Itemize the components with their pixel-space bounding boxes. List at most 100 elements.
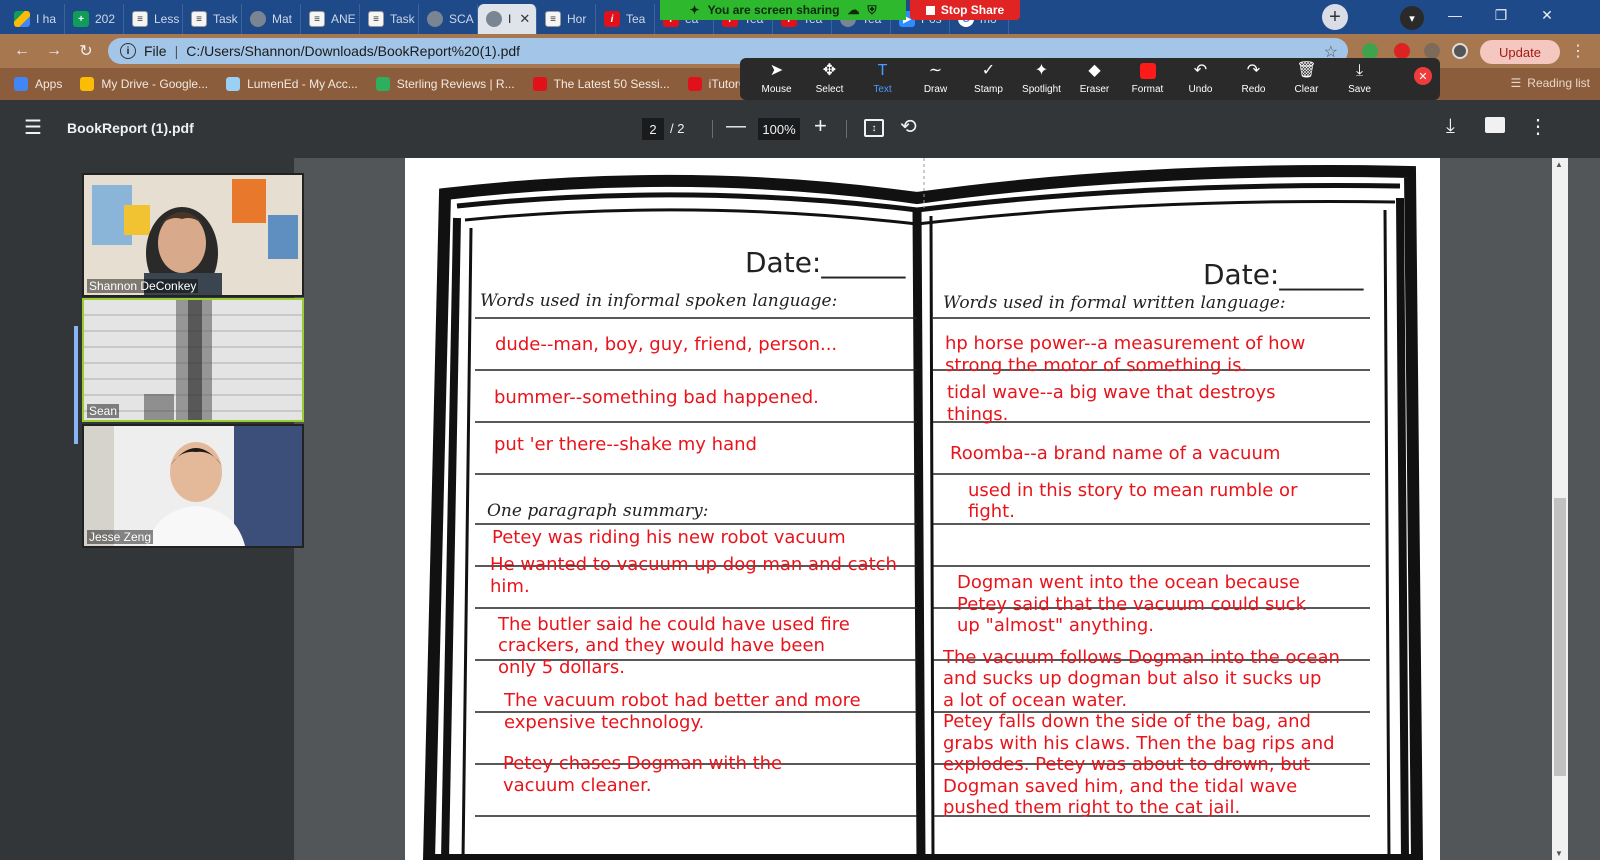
browser-tab[interactable]: ≡ Hor [537,4,596,34]
extensions-puzzle-icon[interactable] [1424,43,1440,59]
annotation-text[interactable]: Petey chases Dogman with the [503,753,782,775]
ublock-icon[interactable] [1394,43,1410,59]
update-button[interactable]: Update [1480,40,1560,64]
pdf-viewer: Shannon DeConkey Sean Jesse Zeng Date:__… [0,158,1600,860]
annotation-text[interactable]: The butler said he could have used fire [498,614,850,636]
annotation-text[interactable]: The vacuum follows Dogman into the ocean [943,647,1340,669]
annotation-text[interactable]: Dogman saved him, and the tidal wave [943,776,1297,798]
scroll-down-icon[interactable]: ▼ [1555,849,1563,858]
tool-clear-button[interactable]: 🗑 Clear [1280,59,1333,99]
print-icon[interactable] [1485,117,1505,133]
annotation-text[interactable]: Dogman went into the ocean because [957,572,1300,594]
tool-text-button[interactable]: T Text [856,59,909,99]
tool-redo-button[interactable]: ↷ Redo [1227,59,1280,99]
tool-save-button[interactable]: ⤓ Save [1333,59,1386,99]
zoom-out-icon[interactable]: — [726,115,746,138]
annotation-text[interactable]: and sucks up dogman but also it sucks up [943,668,1321,690]
viewer-background [1568,158,1600,860]
annotation-text[interactable]: pushed them right to the cat jail. [943,797,1240,819]
browser-tab[interactable]: Mat [242,4,301,34]
tool-format-button[interactable]: Format [1121,59,1174,99]
browser-tab[interactable]: ≡ Less [124,4,183,34]
tool-mouse-button[interactable]: ➤ Mouse [750,59,803,99]
annotation-text[interactable]: Petey said that the vacuum could suck [957,594,1306,616]
participant-video[interactable]: Sean [82,298,304,422]
tool-label: Text [873,84,892,95]
stop-share-button[interactable]: Stop Share [910,0,1020,20]
annotation-text[interactable]: He wanted to vacuum up dog man and catch [490,554,897,576]
tool-spotlight-button[interactable]: ✦ Spotlight [1015,59,1068,99]
annotation-text[interactable]: things. [947,404,1008,426]
participant-video[interactable]: Jesse Zeng [82,424,304,548]
annotation-text[interactable]: tidal wave--a big wave that destroys [947,382,1276,404]
hamburger-menu-icon[interactable]: ☰ [24,118,44,138]
annotation-text[interactable]: a lot of ocean water. [943,690,1127,712]
bookmark-item[interactable]: LumenEd - My Acc... [226,77,358,91]
tab-search-icon[interactable]: ▾ [1400,6,1424,30]
browser-tab[interactable]: +202 [65,4,124,34]
profile-avatar[interactable] [1452,43,1468,59]
bookmark-item[interactable]: Apps [14,77,62,91]
annotation-text[interactable]: Petey falls down the side of the bag, an… [943,711,1311,733]
annotation-text[interactable]: only 5 dollars. [498,657,625,679]
vertical-scrollbar[interactable]: ▲ ▼ [1552,158,1568,860]
zoom-in-icon[interactable]: + [814,113,827,139]
annotation-text[interactable]: fight. [968,501,1015,523]
annotation-text[interactable]: The vacuum robot had better and more [504,690,861,712]
browser-tab[interactable]: SCA [419,4,478,34]
browser-tab[interactable]: i Tea [596,4,655,34]
bookmark-item[interactable]: Sterling Reviews | R... [375,77,515,91]
browser-tab[interactable]: ≡ ANE [301,4,360,34]
new-tab-button[interactable]: + [1322,4,1348,30]
annotation-text[interactable]: Petey was riding his new robot vacuum [492,527,846,549]
tool-undo-button[interactable]: ↶ Undo [1174,59,1227,99]
tool-select-button[interactable]: ✥ Select [803,59,856,99]
scrollbar-thumb[interactable] [1554,498,1566,776]
restore-icon[interactable]: ❐ [1478,0,1524,30]
annotation-text[interactable]: crackers, and they would have been [498,635,825,657]
annotation-text[interactable]: Roomba--a brand name of a vacuum [950,443,1280,465]
minimize-icon[interactable]: — [1432,0,1478,30]
tool-stamp-button[interactable]: ✓ Stamp [962,59,1015,99]
annotation-text[interactable]: expensive technology. [504,712,704,734]
annotation-text[interactable]: used in this story to mean rumble or [968,480,1297,502]
annotation-text[interactable]: bummer--something bad happened. [494,387,819,409]
annotation-text[interactable]: explodes. Petey was about to drown, but [943,754,1310,776]
tool-draw-button[interactable]: ∼ Draw [909,59,962,99]
annotation-text[interactable]: grabs with his claws. Then the bag rips … [943,733,1335,755]
page-number-input[interactable]: 2 [642,118,664,140]
fit-page-icon[interactable]: ↕ [864,119,884,137]
extension-icon[interactable] [1362,43,1378,59]
site-info-icon[interactable]: i [120,43,136,59]
browser-tab[interactable]: ≡ Task [360,4,419,34]
annotation-text[interactable]: vacuum cleaner. [503,775,652,797]
reading-list-button[interactable]: ☰ Reading list [1511,76,1590,90]
close-window-icon[interactable]: ✕ [1524,0,1570,30]
scroll-up-icon[interactable]: ▲ [1555,160,1563,169]
bookmark-item[interactable]: The Latest 50 Sessi... [532,77,670,91]
globe-favicon-icon [250,11,266,27]
zoom-level-input[interactable]: 100% [758,118,800,140]
browser-tab[interactable]: I ha [6,4,65,34]
annotation-text[interactable]: strong the motor of something is. [945,355,1247,377]
download-icon[interactable]: ⤓ [1446,115,1455,138]
browser-tab[interactable]: I ✕ [478,4,537,34]
rotate-icon[interactable]: ⟲ [900,114,917,139]
bookmark-item[interactable]: My Drive - Google... [80,77,208,91]
tool-eraser-button[interactable]: ◆ Eraser [1068,59,1121,99]
browser-tab[interactable]: ≡ Task [183,4,242,34]
annotation-text[interactable]: dude--man, boy, guy, friend, person... [495,334,837,356]
annotation-text[interactable]: up "almost" anything. [957,615,1154,637]
annotation-text[interactable]: hp horse power--a measurement of how [945,333,1305,355]
tab-close-icon[interactable]: ✕ [519,11,530,27]
bookmark-label: LumenEd - My Acc... [247,77,358,91]
back-icon[interactable]: ← [12,41,32,61]
browser-menu-icon[interactable]: ⋮ [1568,41,1588,61]
participant-video[interactable]: Shannon DeConkey [82,173,304,297]
annotation-text[interactable]: him. [490,576,530,598]
reload-icon[interactable]: ↻ [76,41,96,61]
forward-icon[interactable]: → [44,41,64,61]
close-annotation-icon[interactable]: ✕ [1414,67,1432,85]
more-options-icon[interactable]: ⋮ [1528,114,1548,139]
annotation-text[interactable]: put 'er there--shake my hand [494,434,757,456]
